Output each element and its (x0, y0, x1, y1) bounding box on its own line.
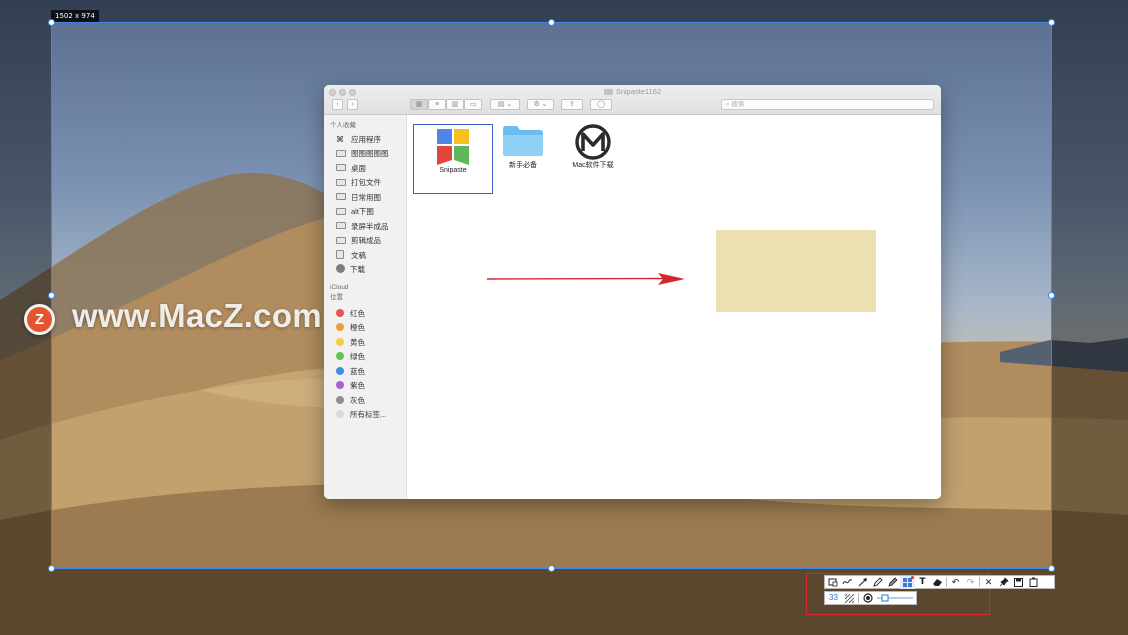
resize-handle-bottom-left[interactable] (48, 565, 55, 572)
dim-overlay-left (0, 22, 51, 569)
toolbar-divider (858, 593, 859, 603)
eraser-icon[interactable] (930, 576, 945, 589)
snipaste-toolbar-main: T ↶ ↷ ✕ (824, 575, 1055, 589)
resize-handle-left[interactable] (48, 292, 55, 299)
pencil-icon[interactable] (870, 576, 885, 589)
resize-handle-top[interactable] (548, 19, 555, 26)
watermark-text: www.MacZ.com (72, 297, 322, 334)
curve-icon[interactable] (840, 576, 855, 589)
save-icon[interactable] (1011, 576, 1026, 589)
redo-icon[interactable]: ↷ (963, 576, 978, 589)
dim-overlay-top (0, 0, 1128, 22)
resize-handle-top-left[interactable] (48, 19, 55, 26)
pin-icon[interactable] (996, 576, 1011, 589)
snipaste-toolbar-options: 33 (824, 591, 917, 605)
resize-handle-right[interactable] (1048, 292, 1055, 299)
arrow-icon[interactable] (855, 576, 870, 589)
active-indicator (911, 575, 914, 579)
toolbar-divider (979, 577, 980, 587)
resize-handle-top-right[interactable] (1048, 19, 1055, 26)
resize-handle-bottom-right[interactable] (1048, 565, 1055, 572)
mosaic-pattern-icon[interactable] (842, 592, 857, 605)
blur-circle-icon[interactable] (860, 592, 875, 605)
marker-icon[interactable] (885, 576, 900, 589)
size-slider[interactable] (875, 592, 915, 605)
undo-icon[interactable]: ↶ (948, 576, 963, 589)
watermark-badge: Z (24, 304, 55, 335)
resize-handle-bottom[interactable] (548, 565, 555, 572)
capture-selection[interactable] (51, 22, 1052, 569)
mosaic-size-value[interactable]: 33 (825, 592, 842, 605)
copy-icon[interactable] (1026, 576, 1041, 589)
selection-size-label: 1502 x 974 (51, 10, 99, 22)
dim-overlay-right (1052, 22, 1128, 569)
toolbar-divider (946, 577, 947, 587)
text-icon[interactable]: T (915, 576, 930, 589)
mosaic-icon[interactable] (900, 575, 915, 589)
rectangle-icon[interactable] (825, 576, 840, 589)
close-icon[interactable]: ✕ (981, 576, 996, 589)
